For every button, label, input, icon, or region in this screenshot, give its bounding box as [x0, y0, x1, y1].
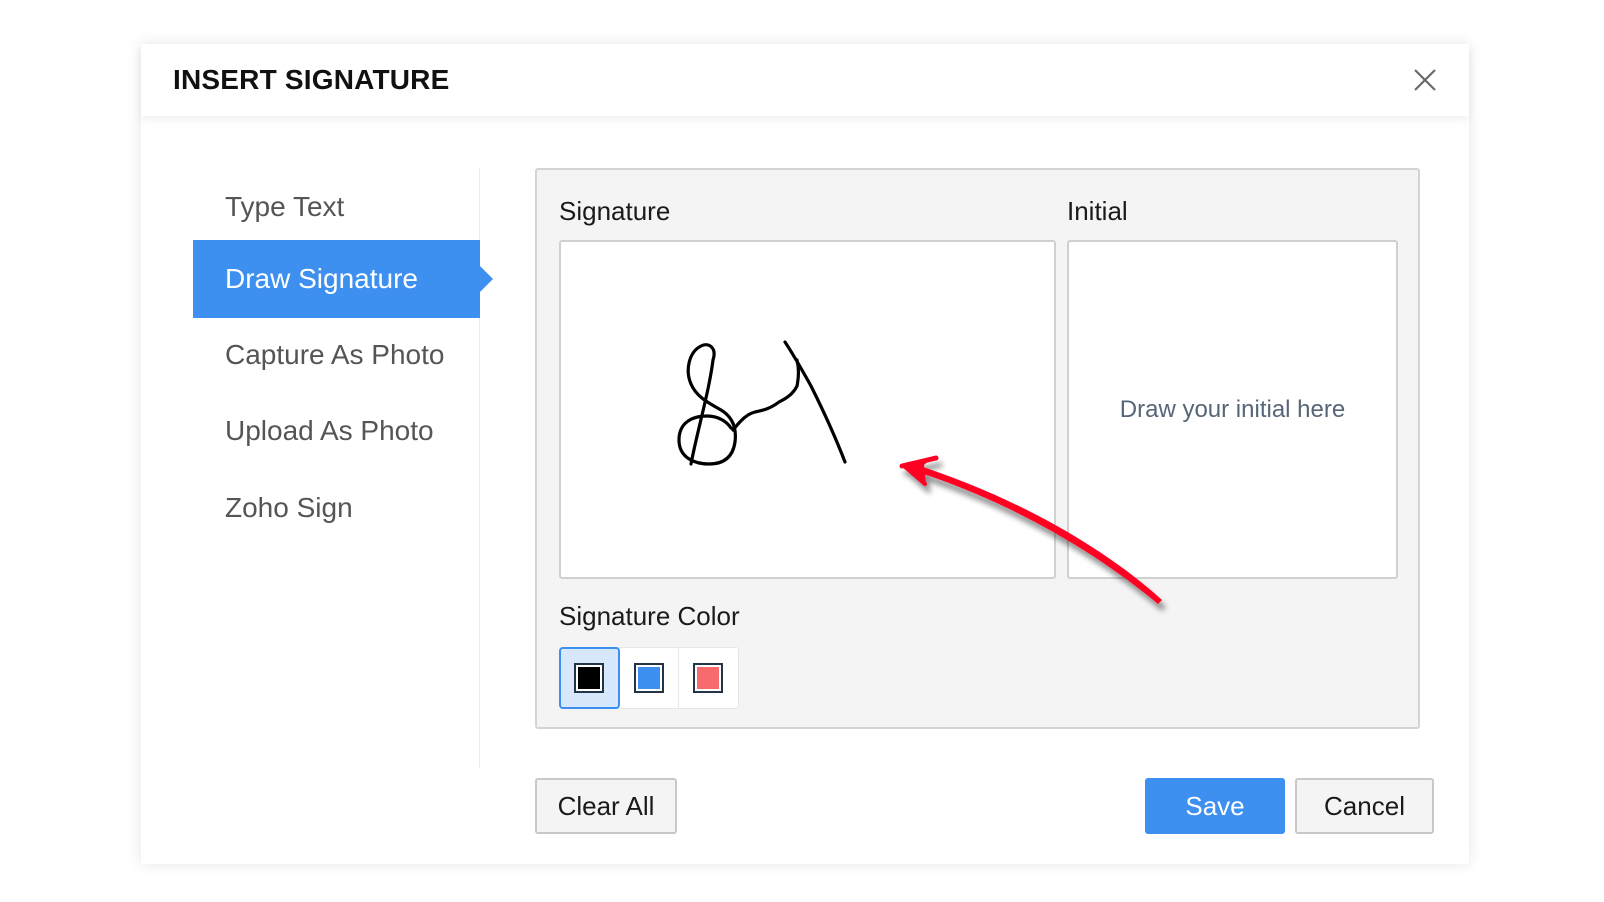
clear-all-button[interactable]: Clear All: [535, 778, 677, 834]
blue-color-chip: [633, 663, 664, 693]
dialog-title: INSERT SIGNATURE: [173, 64, 450, 95]
signature-label: Signature: [559, 196, 671, 226]
color-swatch-red[interactable]: [679, 648, 738, 708]
color-swatch-blue[interactable]: [619, 648, 679, 708]
signature-color-label: Signature Color: [559, 601, 740, 631]
close-icon: [1414, 69, 1436, 91]
initial-placeholder: Draw your initial here: [1119, 395, 1346, 423]
nav-item-zoho-sign[interactable]: Zoho Sign: [193, 469, 480, 547]
red-color-chip: [693, 663, 724, 693]
color-swatch-black[interactable]: [558, 647, 621, 709]
signature-stroke: [677, 340, 847, 466]
signature-color-picker: [558, 647, 739, 709]
cancel-button[interactable]: Cancel: [1295, 778, 1434, 834]
initial-canvas[interactable]: Draw your initial here: [1067, 240, 1398, 579]
nav-item-capture-as-photo[interactable]: Capture As Photo: [193, 316, 480, 394]
nav-item-type-text[interactable]: Type Text: [193, 168, 480, 246]
black-color-chip: [574, 663, 605, 693]
nav-item-draw-signature[interactable]: Draw Signature: [193, 240, 493, 318]
save-button[interactable]: Save: [1145, 778, 1285, 834]
close-button[interactable]: [1411, 66, 1439, 94]
dialog-header: INSERT SIGNATURE: [141, 44, 1469, 116]
signature-method-nav: Type Text Draw Signature Capture As Phot…: [193, 168, 493, 768]
nav-item-upload-as-photo[interactable]: Upload As Photo: [193, 392, 480, 470]
signature-canvas[interactable]: [559, 240, 1056, 579]
insert-signature-dialog: INSERT SIGNATURE Type Text Draw Signatur…: [141, 44, 1469, 864]
initial-label: Initial: [1067, 196, 1128, 226]
draw-signature-panel: Signature Initial Draw your initial here…: [535, 168, 1420, 729]
